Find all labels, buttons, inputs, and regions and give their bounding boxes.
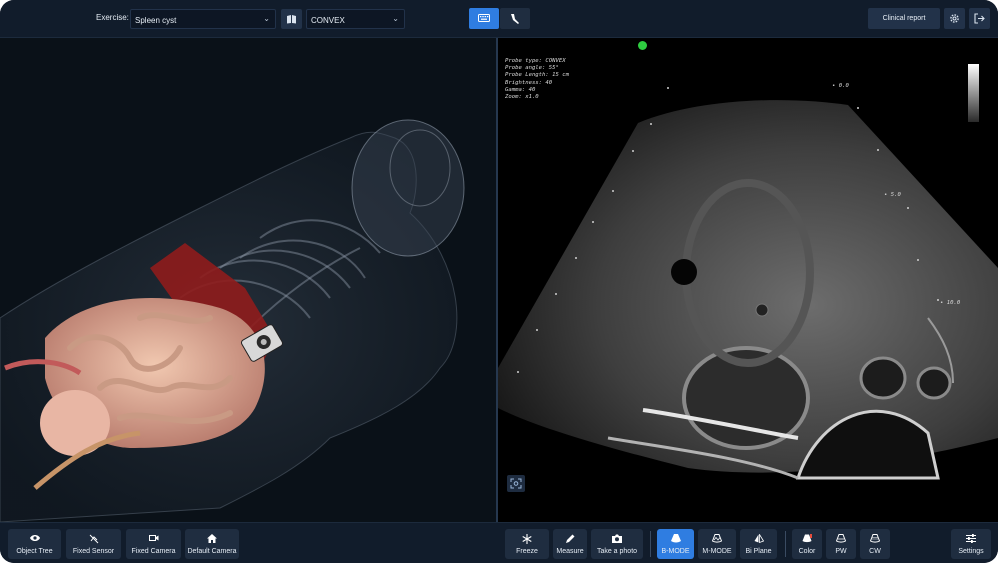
m-mode-label: M-MODE: [702, 548, 732, 555]
probe-info-line: Probe Length: 15 cm: [505, 72, 569, 79]
color-doppler-button[interactable]: Color: [792, 529, 822, 559]
fixed-camera-label: Fixed Camera: [131, 548, 176, 555]
gear-icon: [950, 14, 959, 23]
keyboard-mode-button[interactable]: [469, 8, 499, 29]
probe-info-overlay: Probe type: CONVEX Probe angle: 55° Prob…: [505, 58, 569, 101]
sliders-icon: [966, 534, 976, 543]
ultrasound-image: [498, 87, 998, 480]
chevron-down-icon: ⌄: [392, 14, 399, 23]
probe-info-line: Probe angle: 55°: [505, 65, 559, 72]
bi-plane-icon: [754, 534, 764, 543]
b-mode-label: B-MODE: [661, 548, 690, 555]
color-doppler-icon: [802, 534, 812, 543]
exercise-value: Spleen cyst: [135, 16, 177, 25]
settings-gear-button[interactable]: [944, 8, 965, 29]
fixed-camera-button[interactable]: Fixed Camera: [126, 529, 181, 559]
exercise-label: Exercise:: [96, 13, 129, 22]
camera-icon: [612, 534, 622, 543]
settings-label: Settings: [958, 548, 984, 555]
anatomy-3d-viewport[interactable]: [0, 38, 496, 522]
sensor-off-icon: [89, 534, 98, 544]
ultrasound-viewport[interactable]: Probe type: CONVEX Probe angle: 55° Prob…: [498, 38, 998, 522]
fixed-sensor-button[interactable]: Fixed Sensor: [66, 529, 121, 559]
probe-icon: [511, 14, 519, 24]
home-icon: [207, 534, 217, 543]
depth-mark-10: • 10.0: [940, 300, 961, 306]
freeze-label: Freeze: [516, 548, 538, 555]
pw-label: PW: [835, 548, 847, 555]
top-bar: Exercise: Spleen cyst ⌄ CONVEX ⌄ Clinica…: [0, 0, 998, 38]
object-tree-button[interactable]: Object Tree: [8, 529, 61, 559]
book-icon: [287, 15, 296, 24]
logout-icon: [974, 13, 985, 24]
bi-plane-label: Bi Plane: [745, 548, 772, 555]
cw-label: CW: [869, 548, 881, 555]
exercise-select[interactable]: Spleen cyst ⌄: [130, 9, 276, 29]
depth-mark-5: • 5.0: [884, 192, 901, 198]
anatomy-model-illustration: [0, 119, 465, 522]
cw-doppler-icon: [870, 534, 880, 543]
book-button[interactable]: [281, 9, 302, 29]
probe-value: CONVEX: [311, 16, 345, 25]
measure-label: Measure: [556, 548, 584, 555]
b-mode-button[interactable]: B-MODE: [657, 529, 694, 559]
app-window: Exercise: Spleen cyst ⌄ CONVEX ⌄ Clinica…: [0, 0, 998, 563]
bi-plane-button[interactable]: Bi Plane: [740, 529, 777, 559]
eye-icon: [29, 535, 40, 541]
bottom-toolbar: Object Tree Fixed Sensor Fixed Camera De…: [0, 522, 998, 563]
default-camera-button[interactable]: Default Camera: [185, 529, 239, 559]
toolbar-separator: [785, 531, 786, 557]
take-photo-label: Take a photo: [596, 548, 638, 555]
grayscale-bar: [968, 64, 979, 122]
default-camera-label: Default Camera: [187, 548, 237, 555]
status-dot: [638, 41, 647, 50]
chevron-down-icon: ⌄: [263, 14, 270, 23]
probe-mode-button[interactable]: [500, 8, 530, 29]
fullscreen-icon: [510, 478, 522, 489]
m-mode-icon: [712, 534, 722, 543]
color-label: Color: [798, 548, 816, 555]
probe-select[interactable]: CONVEX ⌄: [306, 9, 405, 29]
probe-info-line: Gamma: 40: [505, 86, 536, 93]
snowflake-icon: [522, 534, 532, 544]
pw-button[interactable]: PW: [826, 529, 856, 559]
freeze-button[interactable]: Freeze: [505, 529, 549, 559]
object-tree-label: Object Tree: [16, 548, 53, 555]
settings-button[interactable]: Settings: [951, 529, 991, 559]
cw-button[interactable]: CW: [860, 529, 890, 559]
probe-info-line: Brightness: 40: [505, 79, 553, 86]
pw-doppler-icon: [836, 534, 846, 543]
fullscreen-button[interactable]: [507, 475, 525, 492]
probe-info-line: Zoom: x1.0: [505, 94, 539, 101]
logout-button[interactable]: [969, 8, 990, 29]
probe-info-line: Probe type: CONVEX: [505, 58, 566, 64]
clinical-report-button[interactable]: Clinical report: [868, 8, 940, 29]
fixed-sensor-label: Fixed Sensor: [72, 548, 115, 555]
b-mode-icon: [670, 534, 681, 543]
measure-button[interactable]: Measure: [553, 529, 587, 559]
toolbar-separator: [650, 531, 651, 557]
depth-mark-0: • 0.0: [832, 83, 849, 89]
video-camera-icon: [148, 535, 158, 541]
m-mode-button[interactable]: M-MODE: [698, 529, 736, 559]
keyboard-icon: [478, 14, 490, 22]
take-photo-button[interactable]: Take a photo: [591, 529, 643, 559]
pencil-icon: [566, 534, 575, 543]
